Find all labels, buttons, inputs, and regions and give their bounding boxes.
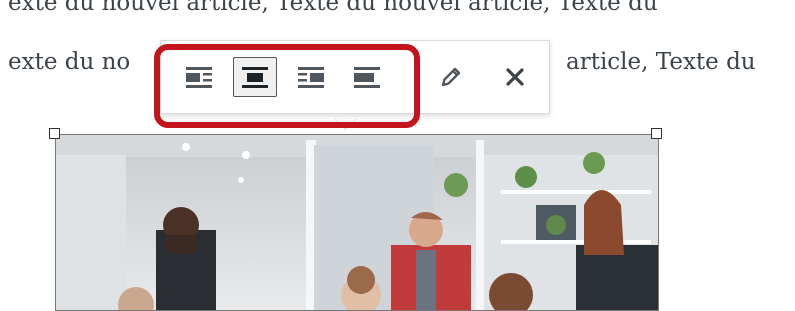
editor-text-line-2-end: article, Texte du bbox=[566, 49, 756, 75]
align-right-button[interactable] bbox=[289, 57, 333, 97]
editor-text-line-1: exte du nouvel article, Texte du nouvel … bbox=[8, 0, 658, 16]
align-none-button[interactable] bbox=[345, 57, 389, 97]
close-icon bbox=[506, 68, 524, 86]
image-toolbar bbox=[160, 40, 550, 114]
align-left-button[interactable] bbox=[177, 57, 221, 97]
align-left-icon bbox=[186, 67, 212, 88]
remove-image-button[interactable] bbox=[493, 57, 537, 97]
align-center-button[interactable] bbox=[233, 57, 277, 97]
resize-handle-top-right[interactable] bbox=[651, 128, 662, 139]
office-meeting-photo bbox=[56, 135, 658, 310]
align-right-icon bbox=[298, 67, 324, 88]
align-none-icon bbox=[354, 67, 380, 88]
resize-handle-top-left[interactable] bbox=[49, 128, 60, 139]
editor-text-line-2-start: exte du no bbox=[8, 49, 131, 75]
align-center-icon bbox=[242, 67, 268, 88]
selected-image[interactable] bbox=[55, 134, 659, 311]
edit-image-button[interactable] bbox=[429, 57, 473, 97]
pencil-icon bbox=[441, 67, 461, 87]
